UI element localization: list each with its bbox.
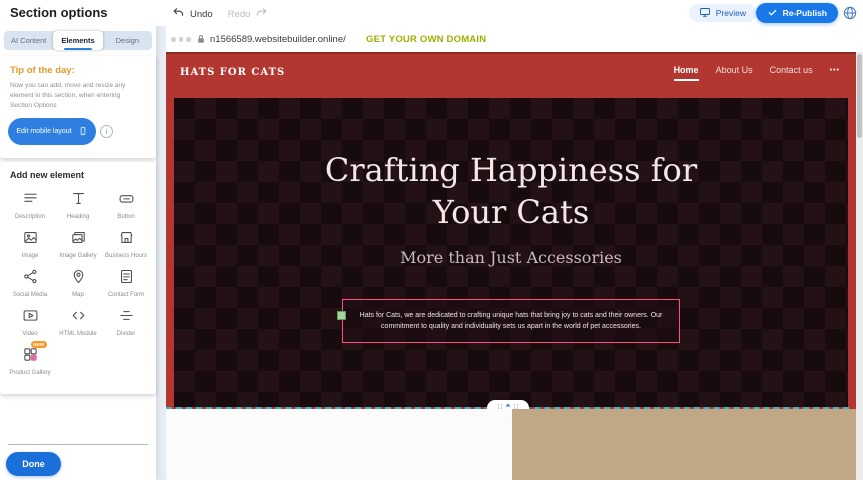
- site-header: HATS FOR CATS Home About Us Contact us •…: [166, 54, 856, 98]
- element-label: Description: [15, 214, 45, 222]
- hero-title[interactable]: Crafting Happiness for Your Cats: [316, 150, 706, 233]
- nav-about-us[interactable]: About Us: [716, 65, 753, 75]
- element-label: Image Gallery: [59, 253, 96, 261]
- video-icon: [22, 307, 39, 329]
- edit-mobile-label: Edit mobile layout: [16, 128, 71, 135]
- element-image[interactable]: Image: [6, 226, 54, 262]
- element-label: Image: [22, 253, 39, 261]
- scrollbar-thumb[interactable]: [857, 54, 862, 138]
- tab-ai-content[interactable]: AI Content: [4, 31, 53, 50]
- tab-design[interactable]: Design: [103, 31, 152, 50]
- element-divider[interactable]: Divider: [102, 304, 150, 340]
- sidebar-divider: [8, 444, 148, 445]
- edit-mobile-layout-button[interactable]: Edit mobile layout: [8, 118, 96, 145]
- element-label: Contact Form: [108, 292, 144, 300]
- element-product-gallery[interactable]: NEW Product Gallery: [6, 343, 54, 379]
- element-grid: Description Heading Button Image Image G…: [6, 187, 150, 379]
- nav-home[interactable]: Home: [674, 65, 699, 75]
- more-menu-icon[interactable]: •••: [830, 67, 840, 74]
- browser-bar: n1566589.websitebuilder.online/ GET YOUR…: [166, 26, 863, 52]
- next-section: [166, 409, 856, 480]
- globe-icon[interactable]: [842, 5, 858, 21]
- redo-button[interactable]: Redo: [228, 9, 251, 20]
- tip-body: Now you can add, move and resize any ele…: [10, 81, 142, 111]
- add-element-title: Add new element: [10, 170, 84, 180]
- page-title: Section options: [10, 5, 108, 20]
- preview-button[interactable]: Preview: [689, 4, 756, 22]
- add-element-panel: Add new element Description Heading Butt…: [0, 162, 156, 394]
- element-label: Heading: [67, 214, 89, 222]
- element-label: HTML Module: [59, 331, 96, 339]
- element-label: Button: [117, 214, 134, 222]
- html-module-icon: [70, 307, 87, 329]
- element-video[interactable]: Video: [6, 304, 54, 340]
- republish-label: Re-Publish: [783, 8, 827, 18]
- product-gallery-icon: [22, 346, 39, 368]
- lock-icon: [195, 32, 207, 50]
- tab-elements[interactable]: Elements: [53, 31, 102, 50]
- divider-icon: [118, 307, 135, 329]
- element-html-module[interactable]: HTML Module: [54, 304, 102, 340]
- scrollbar[interactable]: [856, 52, 863, 480]
- done-button[interactable]: Done: [6, 452, 61, 476]
- website-inner: HATS FOR CATS Home About Us Contact us •…: [166, 52, 856, 480]
- site-nav: Home About Us Contact us •••: [674, 65, 840, 75]
- image-icon: [22, 229, 39, 251]
- window-dots: [171, 37, 191, 42]
- monitor-icon: [699, 6, 711, 20]
- info-icon[interactable]: i: [100, 125, 113, 138]
- business-hours-icon: [118, 229, 135, 251]
- hero-paragraph-selected[interactable]: Hats for Cats, we are dedicated to craft…: [342, 299, 680, 343]
- sidebar-tabs: AI Content Elements Design: [4, 31, 152, 50]
- republish-button[interactable]: Re-Publish: [756, 3, 838, 23]
- element-label: Map: [72, 292, 84, 300]
- undo-icon[interactable]: [172, 6, 185, 22]
- hero-section[interactable]: Crafting Happiness for Your Cats More th…: [174, 98, 848, 407]
- site-logo[interactable]: HATS FOR CATS: [180, 67, 285, 78]
- cat-photo: [512, 409, 856, 480]
- element-image-gallery[interactable]: Image Gallery: [54, 226, 102, 262]
- check-icon: [767, 7, 778, 20]
- element-heading[interactable]: Heading: [54, 187, 102, 223]
- element-label: Divider: [117, 331, 136, 339]
- phone-icon: [78, 124, 88, 140]
- app-root: Section options Undo Redo Preview Re-Pub…: [0, 0, 863, 480]
- element-description[interactable]: Description: [6, 187, 54, 223]
- element-business-hours[interactable]: Business Hours: [102, 226, 150, 262]
- redo-icon[interactable]: [255, 6, 268, 22]
- url-text[interactable]: n1566589.websitebuilder.online/: [210, 34, 346, 45]
- contact-form-icon: [118, 268, 135, 290]
- element-map[interactable]: Map: [54, 265, 102, 301]
- element-contact-form[interactable]: Contact Form: [102, 265, 150, 301]
- element-label: Social Media: [13, 292, 47, 300]
- topbar: Section options Undo Redo Preview Re-Pub…: [0, 0, 863, 26]
- image-gallery-icon: [70, 229, 87, 251]
- element-resize-handle[interactable]: [337, 311, 346, 320]
- get-domain-link[interactable]: GET YOUR OWN DOMAIN: [366, 34, 486, 45]
- preview-label: Preview: [716, 8, 746, 18]
- social-media-icon: [22, 268, 39, 290]
- map-icon: [70, 268, 87, 290]
- hero-paragraph-text: Hats for Cats, we are dedicated to craft…: [360, 312, 663, 330]
- hero-subtitle[interactable]: More than Just Accessories: [174, 248, 848, 267]
- element-label: Video: [22, 331, 37, 339]
- new-badge: NEW: [31, 341, 47, 348]
- element-label: Business Hours: [105, 253, 147, 261]
- tip-card: Tip of the day: Now you can add, move an…: [0, 56, 156, 158]
- element-button[interactable]: Button: [102, 187, 150, 223]
- element-label: Product Gallery: [9, 370, 50, 378]
- button-icon: [118, 190, 135, 212]
- sidebar: AI Content Elements Design Tip of the da…: [0, 26, 156, 480]
- website-canvas: HATS FOR CATS Home About Us Contact us •…: [166, 52, 863, 480]
- undo-button[interactable]: Undo: [190, 9, 213, 20]
- site-preview: n1566589.websitebuilder.online/ GET YOUR…: [166, 26, 863, 480]
- undo-redo-group: Undo Redo: [172, 6, 268, 22]
- element-social-media[interactable]: Social Media: [6, 265, 54, 301]
- nav-contact-us[interactable]: Contact us: [770, 65, 813, 75]
- tip-title: Tip of the day:: [10, 65, 75, 76]
- description-icon: [22, 190, 39, 212]
- heading-icon: [70, 190, 87, 212]
